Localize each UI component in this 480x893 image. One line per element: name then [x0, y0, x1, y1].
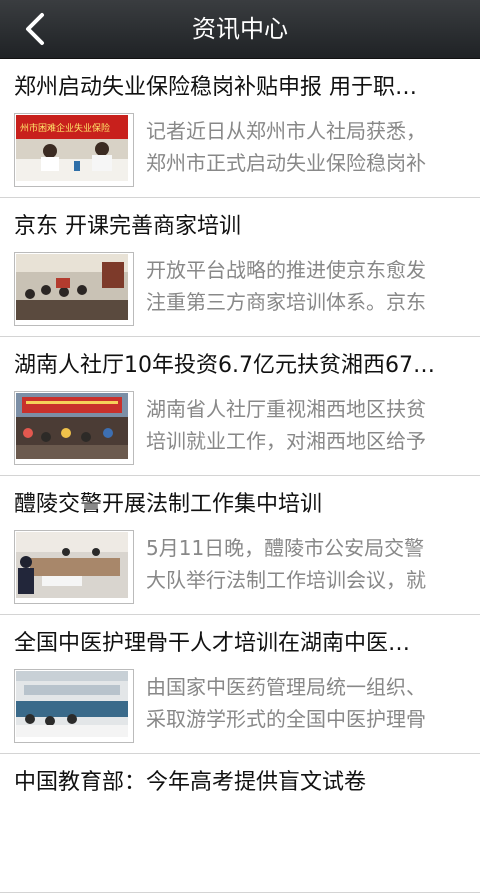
summary-line: 注重第三方商家培训体系。京东 — [146, 290, 426, 314]
top-bar: 资讯中心 — [0, 0, 480, 59]
news-title: 湖南人社厅10年投资6.7亿元扶贫湘西67… — [14, 353, 435, 378]
summary-line: 开放平台战略的推进使京东愈发 — [146, 258, 426, 282]
page-title: 资讯中心 — [192, 15, 288, 43]
news-summary: 5月11日晚，醴陵市公安局交警 大队举行法制工作培训会议，就 — [146, 532, 462, 596]
news-thumbnail — [14, 530, 134, 604]
news-thumbnail — [14, 252, 134, 326]
news-summary: 开放平台战略的推进使京东愈发 注重第三方商家培训体系。京东 — [146, 254, 462, 318]
news-item[interactable]: 郑州启动失业保险稳岗补贴申报 用于职… 州市困难企业失业保险 记者近日从郑州市人… — [0, 59, 480, 198]
summary-line: 记者近日从郑州市人社局获悉， — [146, 119, 426, 143]
news-title: 全国中医护理骨干人才培训在湖南中医… — [14, 631, 411, 656]
thumb-caption: 州市困难企业失业保险 — [20, 122, 110, 134]
news-summary: 湖南省人社厅重视湘西地区扶贫 培训就业工作，对湘西地区给予 — [146, 393, 462, 457]
news-item[interactable]: 京东 开课完善商家培训 开放平台战略的推进使京东愈发 注重第三方商家培训体系。京… — [0, 198, 480, 337]
news-title: 中国教育部：今年高考提供盲文试卷 — [14, 770, 367, 795]
news-summary: 记者近日从郑州市人社局获悉， 郑州市正式启动失业保险稳岗补 — [146, 115, 462, 179]
summary-line: 大队举行法制工作培训会议，就 — [146, 568, 426, 592]
summary-line: 5月11日晚，醴陵市公安局交警 — [146, 536, 425, 560]
news-thumbnail — [14, 391, 134, 465]
summary-line: 湖南省人社厅重视湘西地区扶贫 — [146, 397, 426, 421]
summary-line: 由国家中医药管理局统一组织、 — [146, 675, 426, 699]
news-item[interactable]: 湖南人社厅10年投资6.7亿元扶贫湘西67… 湖南省人社厅重视湘西地区扶贫 培训… — [0, 337, 480, 476]
news-list: 郑州启动失业保险稳岗补贴申报 用于职… 州市困难企业失业保险 记者近日从郑州市人… — [0, 59, 480, 893]
summary-line: 郑州市正式启动失业保险稳岗补 — [146, 151, 426, 175]
summary-line: 培训就业工作，对湘西地区给予 — [146, 429, 426, 453]
news-title: 京东 开课完善商家培训 — [14, 214, 241, 239]
news-title: 醴陵交警开展法制工作集中培训 — [14, 492, 323, 517]
news-title: 郑州启动失业保险稳岗补贴申报 用于职… — [14, 75, 417, 100]
news-item[interactable]: 中国教育部：今年高考提供盲文试卷 — [0, 754, 480, 893]
news-item[interactable]: 醴陵交警开展法制工作集中培训 5月11日晚，醴陵市公安局交警 大队举行法制工作培… — [0, 476, 480, 615]
news-thumbnail: 州市困难企业失业保险 — [14, 113, 134, 187]
news-summary: 由国家中医药管理局统一组织、 采取游学形式的全国中医护理骨 — [146, 671, 462, 735]
summary-line: 采取游学形式的全国中医护理骨 — [146, 707, 426, 731]
news-item[interactable]: 全国中医护理骨干人才培训在湖南中医… 由国家中医药管理局统一组织、 采取游学形式… — [0, 615, 480, 754]
news-thumbnail — [14, 669, 134, 743]
